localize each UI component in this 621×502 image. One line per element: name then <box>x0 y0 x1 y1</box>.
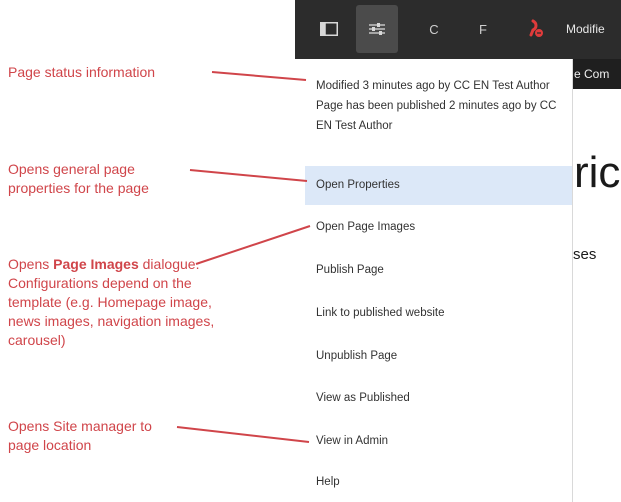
leader-line-status <box>211 71 307 81</box>
leader-line-site-manager <box>176 426 310 443</box>
annotation-page-images-bold: Page Images <box>53 256 139 272</box>
annotation-page-images: Opens Page Images dialogue. Configuratio… <box>8 255 228 350</box>
leader-line-properties <box>189 169 308 182</box>
annotation-site-manager: Opens Site manager to page location <box>8 418 152 453</box>
annotation-page-images-prefix: Opens <box>8 256 54 272</box>
annotation-open-properties: Opens general page properties for the pa… <box>8 161 149 196</box>
annotation-page-status: Page status information <box>8 64 156 80</box>
